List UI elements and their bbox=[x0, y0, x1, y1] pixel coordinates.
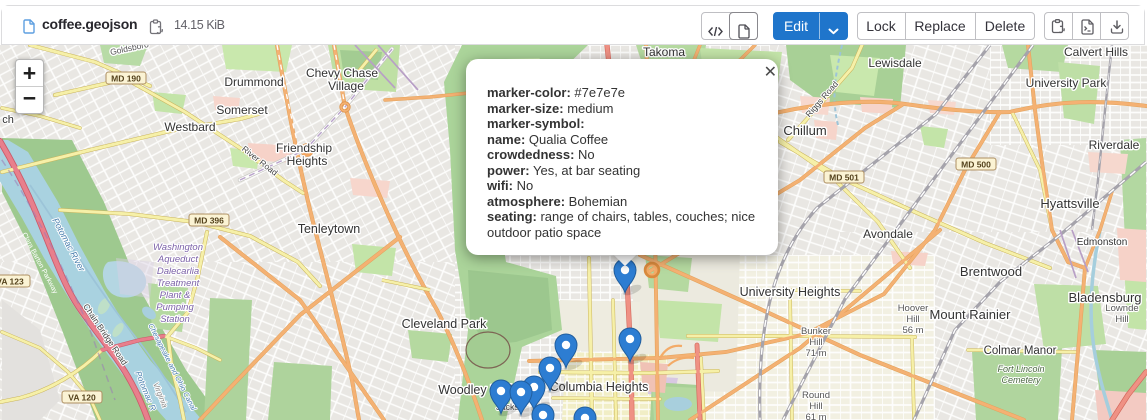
svg-text:Hyattsville: Hyattsville bbox=[1040, 196, 1099, 211]
svg-text:Edmonston: Edmonston bbox=[1077, 237, 1128, 248]
svg-text:Chevy Chase: Chevy Chase bbox=[306, 66, 378, 80]
svg-text:MD 190: MD 190 bbox=[111, 74, 141, 84]
svg-text:Hill: Hill bbox=[809, 337, 822, 348]
svg-text:Pumping: Pumping bbox=[156, 302, 194, 313]
svg-text:Riverdale: Riverdale bbox=[1089, 138, 1140, 152]
svg-text:Westbard: Westbard bbox=[164, 120, 215, 134]
svg-text:Plant &: Plant & bbox=[160, 290, 191, 301]
svg-text:MD 396: MD 396 bbox=[194, 216, 224, 226]
svg-text:University Park: University Park bbox=[1026, 76, 1108, 90]
svg-text:University Heights: University Heights bbox=[740, 285, 841, 299]
svg-text:Colmar Manor: Colmar Manor bbox=[984, 345, 1057, 357]
svg-text:Aqueduct: Aqueduct bbox=[157, 254, 199, 265]
svg-text:Calvert Hills: Calvert Hills bbox=[1064, 45, 1128, 59]
svg-text:Washington: Washington bbox=[153, 242, 203, 253]
svg-text:Hoover: Hoover bbox=[898, 303, 929, 314]
svg-text:Hill: Hill bbox=[1115, 314, 1128, 325]
svg-text:Brentwood: Brentwood bbox=[960, 264, 1022, 279]
svg-text:Dalecarlia: Dalecarlia bbox=[157, 266, 199, 277]
svg-text:Avondale: Avondale bbox=[863, 227, 913, 241]
svg-text:Lewisdale: Lewisdale bbox=[868, 56, 922, 70]
svg-text:Cemetery: Cemetery bbox=[1001, 375, 1041, 385]
svg-text:VA 123: VA 123 bbox=[0, 277, 24, 287]
svg-text:Treatment: Treatment bbox=[157, 278, 200, 289]
svg-text:Mount Rainier: Mount Rainier bbox=[930, 307, 1012, 322]
svg-text:Bunker: Bunker bbox=[801, 326, 831, 337]
svg-text:Heights: Heights bbox=[287, 154, 328, 168]
svg-text:Cleveland Park: Cleveland Park bbox=[402, 317, 488, 331]
svg-text:56 m: 56 m bbox=[902, 325, 923, 336]
svg-text:Drummond: Drummond bbox=[224, 75, 283, 89]
svg-text:Somerset: Somerset bbox=[216, 103, 268, 117]
svg-text:MD 500: MD 500 bbox=[961, 160, 991, 170]
svg-text:VA 120: VA 120 bbox=[68, 393, 96, 403]
svg-text:Village: Village bbox=[328, 79, 364, 93]
svg-text:Hill: Hill bbox=[906, 314, 919, 325]
svg-text:Round: Round bbox=[802, 390, 830, 401]
svg-text:Fort Lincoln: Fort Lincoln bbox=[997, 364, 1044, 374]
svg-text:Takoma: Takoma bbox=[643, 45, 685, 59]
svg-text:61 m: 61 m bbox=[805, 412, 826, 420]
svg-text:Tenleytown: Tenleytown bbox=[298, 222, 361, 236]
svg-text:71 m: 71 m bbox=[805, 348, 826, 359]
svg-text:Lownde: Lownde bbox=[1105, 303, 1138, 314]
svg-text:Chillum: Chillum bbox=[783, 123, 826, 138]
svg-text:Station: Station bbox=[160, 314, 190, 325]
svg-text:ch: ch bbox=[2, 114, 14, 126]
svg-text:MD 501: MD 501 bbox=[829, 173, 859, 183]
svg-text:Friendship: Friendship bbox=[276, 141, 332, 155]
svg-text:Hill: Hill bbox=[809, 401, 822, 412]
